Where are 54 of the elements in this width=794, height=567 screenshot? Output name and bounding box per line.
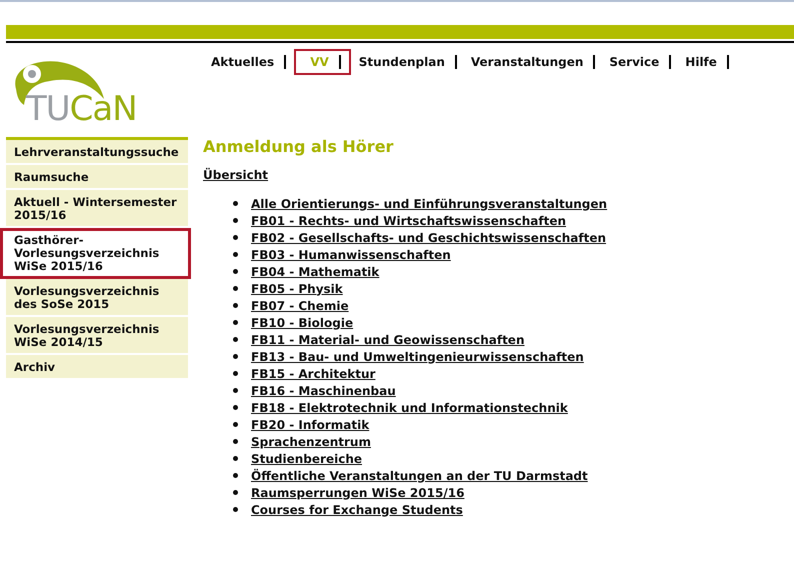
department-link[interactable]: FB18 - Elektrotechnik und Informationstechnik — [251, 400, 568, 414]
logo-text: CaN — [70, 89, 137, 129]
bullet-icon — [233, 490, 238, 495]
bullet-icon — [233, 473, 238, 478]
overview-link[interactable]: Übersicht — [203, 168, 268, 182]
bullet-icon — [233, 235, 238, 240]
department-link[interactable]: FB15 - Architektur — [251, 366, 376, 380]
department-link[interactable]: FB13 - Bau- und Umweltingenieurwissenschaften — [251, 350, 584, 364]
bullet-icon — [233, 388, 238, 393]
bullet-icon — [233, 218, 238, 223]
bullet-icon — [233, 252, 238, 257]
department-link[interactable]: FB16 - Maschinenbau — [251, 384, 396, 398]
page-title: Anmeldung als Hörer — [203, 137, 394, 156]
department-link[interactable]: FB01 - Rechts- und Wirtschaftswissenschaften — [251, 214, 566, 228]
department-link[interactable]: FB03 - Humanwissenschaften — [251, 248, 451, 262]
department-link[interactable]: Öffentliche Veranstaltungen an der TU Darmstadt — [251, 468, 588, 482]
department-link[interactable]: Courses for Exchange Students — [251, 502, 463, 516]
department-link[interactable]: FB07 - Chemie — [251, 298, 349, 312]
department-link[interactable]: Studienbereiche — [251, 452, 362, 466]
bullet-icon — [233, 405, 238, 410]
nav-tab[interactable]: Stundenplan — [352, 49, 463, 75]
department-link[interactable]: FB04 - Mathematik — [251, 264, 380, 278]
bullet-icon — [233, 371, 238, 376]
nav-tab[interactable]: Aktuelles — [205, 49, 292, 75]
sidebar-item[interactable]: Lehrveranstaltungssuche — [6, 140, 188, 165]
nav-tab[interactable]: Service — [603, 49, 678, 75]
bullet-icon — [233, 354, 238, 359]
department-link[interactable]: Alle Orientierungs- und Einführungsveranstaltungen — [251, 196, 608, 210]
department-link[interactable]: Sprachenzentrum — [251, 434, 371, 448]
bullet-icon — [233, 303, 238, 308]
sidebar-item[interactable]: Gasthörer-Vorlesungsverzeichnis WiSe 2015/16 — [0, 228, 191, 279]
nav-tab[interactable]: Hilfe — [679, 49, 735, 75]
sidebar-item[interactable]: Raumsuche — [6, 165, 188, 190]
bullet-icon — [233, 422, 238, 427]
department-link[interactable]: FB10 - Biologie — [251, 316, 354, 330]
department-link[interactable]: FB20 - Informatik — [251, 418, 370, 432]
bullet-icon — [233, 286, 238, 291]
department-link[interactable]: FB05 - Physik — [251, 282, 343, 296]
bullet-icon — [233, 201, 238, 206]
bullet-icon — [233, 337, 238, 342]
bullet-icon — [233, 507, 238, 512]
department-link[interactable]: FB11 - Material- und Geowissenschaften — [251, 332, 524, 346]
sidebar-item[interactable]: Archiv — [6, 355, 188, 380]
bullet-icon — [233, 320, 238, 325]
sidebar-item[interactable]: Vorlesungsverzeichnis WiSe 2014/15 — [6, 317, 188, 355]
nav-tab[interactable]: Veranstaltungen — [464, 49, 602, 75]
bullet-icon — [233, 439, 238, 444]
bullet-icon — [233, 269, 238, 274]
logo-text: TU — [26, 89, 70, 129]
department-link[interactable]: Raumsperrungen WiSe 2015/16 — [251, 486, 464, 500]
bullet-icon — [233, 456, 238, 461]
department-link[interactable]: FB02 - Gesellschafts- und Geschichtswissenschaften — [251, 230, 606, 244]
sidebar-item[interactable]: Vorlesungsverzeichnis des SoSe 2015 — [6, 279, 188, 317]
sidebar-item[interactable]: Aktuell - Wintersemester 2015/16 — [6, 190, 188, 228]
